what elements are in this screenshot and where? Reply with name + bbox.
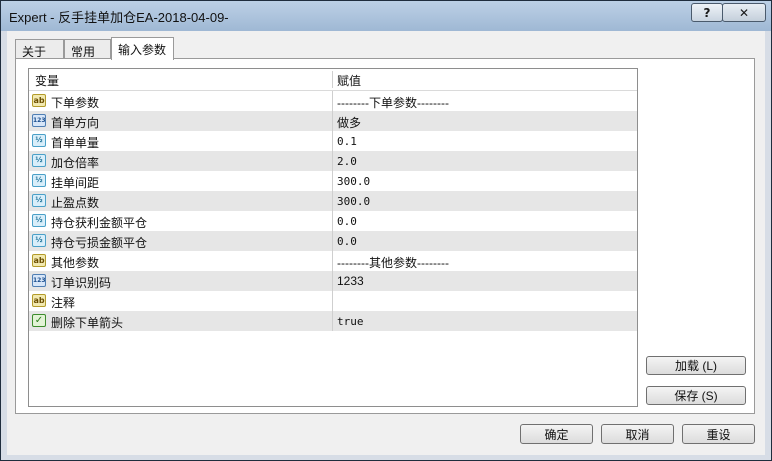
column-separator bbox=[332, 291, 333, 311]
param-value[interactable]: 2.0 bbox=[337, 155, 357, 168]
double-type-icon: ½ bbox=[32, 234, 46, 247]
param-row-comment[interactable]: ab 注释 bbox=[29, 291, 637, 311]
double-type-icon: ½ bbox=[32, 154, 46, 167]
param-row-magic-number[interactable]: 123 订单识别码 1233 bbox=[29, 271, 637, 291]
header-variable[interactable]: 变量 bbox=[35, 72, 59, 89]
column-separator bbox=[332, 131, 333, 151]
param-name: 加仓倍率 bbox=[51, 156, 100, 170]
load-button[interactable]: 加载 (L) bbox=[646, 356, 746, 375]
column-separator bbox=[332, 251, 333, 271]
title-bar[interactable]: Expert - 反手挂单加仓EA-2018-04-09- ? ✕ bbox=[1, 1, 771, 31]
param-row-other-params[interactable]: ab 其他参数 --------其他参数-------- bbox=[29, 251, 637, 271]
close-button[interactable]: ✕ bbox=[722, 3, 766, 22]
param-row-add-multiplier[interactable]: ½ 加仓倍率 2.0 bbox=[29, 151, 637, 171]
param-name: 订单识别码 bbox=[51, 276, 112, 290]
param-name: 持仓亏损金额平仓 bbox=[51, 236, 148, 250]
param-value[interactable]: 做多 bbox=[337, 114, 361, 131]
param-name: 挂单间距 bbox=[51, 176, 100, 190]
bool-type-icon: ✓ bbox=[32, 314, 46, 327]
help-button[interactable]: ? bbox=[691, 3, 723, 22]
column-separator bbox=[332, 211, 333, 231]
column-separator bbox=[332, 231, 333, 251]
grid-header: 变量 赋值 bbox=[29, 69, 637, 91]
string-type-icon: ab bbox=[32, 94, 46, 107]
header-separator bbox=[332, 71, 333, 88]
param-name: 持仓获利金额平仓 bbox=[51, 216, 148, 230]
param-value[interactable]: 0.0 bbox=[337, 235, 357, 248]
param-name: 首单方向 bbox=[51, 116, 100, 130]
ok-button[interactable]: 确定 bbox=[520, 424, 593, 444]
param-name: 其他参数 bbox=[51, 256, 100, 270]
column-separator bbox=[332, 91, 333, 111]
enum-type-icon: 123 bbox=[32, 114, 46, 127]
tab-about[interactable]: 关于 bbox=[15, 39, 64, 59]
tab-inputs[interactable]: 输入参数 bbox=[111, 37, 174, 60]
param-row-loss-close[interactable]: ½ 持仓亏损金额平仓 0.0 bbox=[29, 231, 637, 251]
param-row-order-params[interactable]: ab 下单参数 --------下单参数-------- bbox=[29, 91, 637, 111]
reset-button[interactable]: 重设 bbox=[682, 424, 755, 444]
help-icon: ? bbox=[703, 5, 711, 20]
expert-dialog: Expert - 反手挂单加仓EA-2018-04-09- ? ✕ 关于 常用 … bbox=[0, 0, 772, 461]
param-value[interactable]: 0.0 bbox=[337, 215, 357, 228]
param-value[interactable]: --------其他参数-------- bbox=[337, 254, 449, 271]
column-separator bbox=[332, 191, 333, 211]
param-name: 注释 bbox=[51, 296, 76, 310]
close-icon: ✕ bbox=[738, 5, 750, 20]
double-type-icon: ½ bbox=[32, 214, 46, 227]
window-title: Expert - 反手挂单加仓EA-2018-04-09- bbox=[9, 10, 229, 25]
param-value[interactable]: true bbox=[337, 315, 364, 328]
header-value[interactable]: 赋值 bbox=[337, 72, 361, 89]
param-value[interactable]: 0.1 bbox=[337, 135, 357, 148]
double-type-icon: ½ bbox=[32, 194, 46, 207]
param-row-profit-close[interactable]: ½ 持仓获利金额平仓 0.0 bbox=[29, 211, 637, 231]
save-button[interactable]: 保存 (S) bbox=[646, 386, 746, 405]
tab-common[interactable]: 常用 bbox=[64, 39, 111, 59]
string-type-icon: ab bbox=[32, 254, 46, 267]
integer-type-icon: 123 bbox=[32, 274, 46, 287]
param-row-delete-arrows[interactable]: ✓ 删除下单箭头 true bbox=[29, 311, 637, 331]
dialog-client: 关于 常用 输入参数 变量 赋值 ab 下单参数 --------下单参数---… bbox=[7, 31, 765, 455]
param-value[interactable]: 300.0 bbox=[337, 195, 370, 208]
param-value[interactable]: 300.0 bbox=[337, 175, 370, 188]
param-row-first-direction[interactable]: 123 首单方向 做多 bbox=[29, 111, 637, 131]
param-row-pending-spacing[interactable]: ½ 挂单间距 300.0 bbox=[29, 171, 637, 191]
param-value[interactable]: --------下单参数-------- bbox=[337, 94, 449, 111]
cancel-button[interactable]: 取消 bbox=[601, 424, 674, 444]
param-value[interactable]: 1233 bbox=[337, 274, 364, 288]
column-separator bbox=[332, 111, 333, 131]
inputs-panel: 变量 赋值 ab 下单参数 --------下单参数-------- 123 首… bbox=[15, 58, 755, 414]
string-type-icon: ab bbox=[32, 294, 46, 307]
column-separator bbox=[332, 271, 333, 291]
double-type-icon: ½ bbox=[32, 174, 46, 187]
column-separator bbox=[332, 151, 333, 171]
column-separator bbox=[332, 171, 333, 191]
param-name: 下单参数 bbox=[51, 96, 100, 110]
double-type-icon: ½ bbox=[32, 134, 46, 147]
param-name: 止盈点数 bbox=[51, 196, 100, 210]
param-name: 删除下单箭头 bbox=[51, 316, 124, 330]
column-separator bbox=[332, 311, 333, 331]
param-name: 首单单量 bbox=[51, 136, 100, 150]
parameters-grid[interactable]: 变量 赋值 ab 下单参数 --------下单参数-------- 123 首… bbox=[28, 68, 638, 407]
param-row-first-lot[interactable]: ½ 首单单量 0.1 bbox=[29, 131, 637, 151]
param-row-take-profit[interactable]: ½ 止盈点数 300.0 bbox=[29, 191, 637, 211]
